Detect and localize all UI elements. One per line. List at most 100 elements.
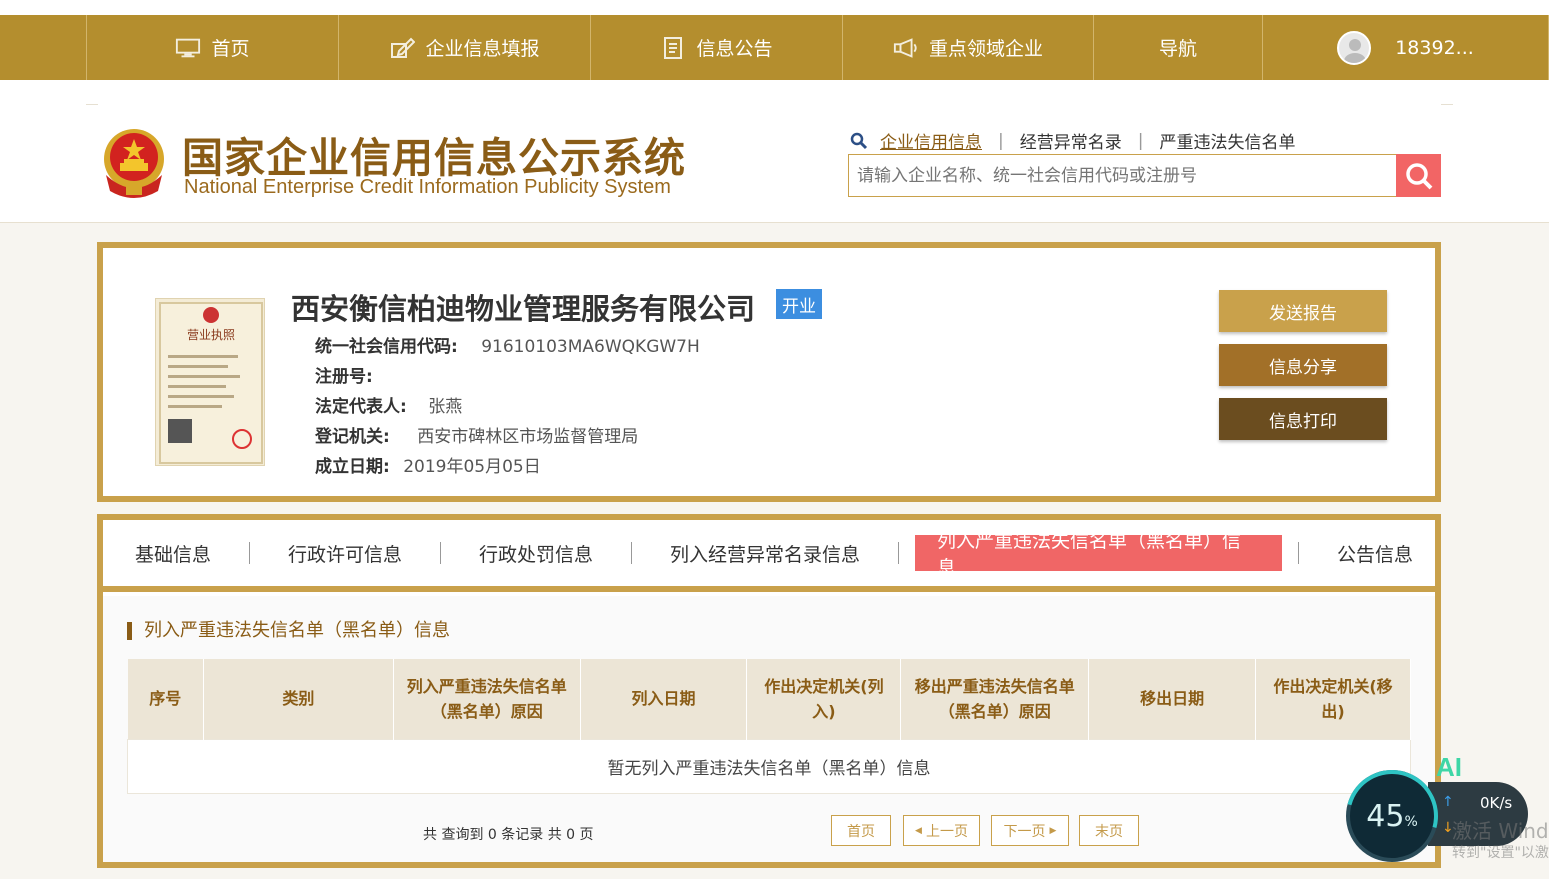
legal-rep-row: 法定代表人: 张燕: [315, 392, 462, 417]
authority-label: 登记机关:: [315, 427, 390, 447]
nav-announcement-label: 信息公告: [696, 38, 773, 60]
edit-icon: [389, 37, 416, 59]
search-button[interactable]: [1396, 154, 1441, 197]
nav-navigation[interactable]: 导航: [1093, 15, 1262, 80]
col-add-authority: 作出决定机关(列入): [746, 659, 902, 739]
memory-usage-widget[interactable]: 45%: [1329, 753, 1455, 879]
site-subtitle: National Enterprise Credit Information P…: [184, 176, 671, 198]
legal-rep-label: 法定代表人:: [315, 397, 407, 417]
nav-key-sectors[interactable]: 重点领域企业: [842, 15, 1093, 80]
main-navbar: 首页 企业信息填报 信息公告 重点领域企业 导航 18392...: [0, 15, 1549, 80]
credit-code-label: 统一社会信用代码:: [315, 337, 458, 357]
user-account: 18392...: [1395, 36, 1474, 59]
legal-rep-value: 张燕: [428, 397, 463, 417]
col-index: 序号: [127, 659, 204, 739]
nav-navigation-label: 导航: [1158, 38, 1197, 60]
document-icon: [660, 36, 686, 59]
nav-home-label: 首页: [211, 38, 250, 60]
search-type-tabs: 企业信用信息 | 经营异常名录 | 严重违法失信名单: [850, 128, 1295, 153]
header-rule-left: [86, 104, 98, 105]
est-date-label: 成立日期:: [315, 457, 390, 477]
tab-divider: [631, 542, 632, 564]
search-icon: [1405, 162, 1432, 189]
upload-arrow-icon: ↑: [1442, 794, 1454, 810]
usage-percent-unit: %: [1404, 813, 1418, 830]
tab-announcement[interactable]: 公告信息: [1315, 535, 1435, 571]
blacklist-table: 序号 类别 列入严重违法失信名单（黑名单）原因 列入日期 作出决定机关(列入) …: [127, 659, 1411, 794]
ai-badge: AI: [1436, 752, 1462, 782]
nav-announcement[interactable]: 信息公告: [590, 15, 842, 80]
business-license-image: 营业执照: [155, 298, 265, 466]
reg-no-row: 注册号:: [315, 362, 373, 387]
col-add-reason: 列入严重违法失信名单（黑名单）原因: [393, 659, 581, 739]
search-box: [848, 154, 1441, 197]
tab-admin-license[interactable]: 行政许可信息: [266, 535, 424, 571]
share-info-button[interactable]: 信息分享: [1219, 344, 1387, 386]
search-tab-credit-info[interactable]: 企业信用信息: [880, 128, 982, 153]
pager-summary: 共 查询到 0 条记录 共 0 页: [423, 827, 594, 843]
windows-activation-watermark: 激活 Wind: [1452, 819, 1549, 843]
tab-basic-info[interactable]: 基础信息: [113, 535, 233, 571]
col-add-date: 列入日期: [580, 659, 748, 739]
usage-percent: 45%: [1366, 799, 1418, 834]
col-remove-reason: 移出严重违法失信名单（黑名单）原因: [900, 659, 1090, 739]
tab-divider: [249, 542, 250, 564]
authority-value: 西安市碑林区市场监督管理局: [417, 427, 639, 447]
empty-state-text: 暂无列入严重违法失信名单（黑名单）信息: [127, 738, 1411, 794]
tab-blacklist[interactable]: 列入严重违法失信名单（黑名单）信息: [915, 530, 1282, 579]
search-input[interactable]: [849, 155, 1394, 196]
site-title: 国家企业信用信息公示系统: [182, 134, 686, 182]
pager-next-button[interactable]: 下一页 ▶: [991, 815, 1069, 846]
pager-prev-button[interactable]: ◀ 上一页: [903, 815, 980, 846]
tab-divider: [898, 542, 899, 564]
national-emblem-icon: [98, 125, 170, 201]
tab-abnormal-list[interactable]: 列入经营异常名录信息: [648, 535, 882, 571]
pager-first-button[interactable]: 首页: [831, 815, 891, 846]
blacklist-section: 列入严重违法失信名单（黑名单）信息 序号 类别 列入严重违法失信名单（黑名单）原…: [103, 596, 1435, 862]
status-badge: 开业: [776, 289, 822, 319]
upload-speed: 0K/s: [1480, 794, 1513, 812]
monitor-icon: [175, 37, 201, 59]
tab-admin-penalty[interactable]: 行政处罚信息: [457, 535, 615, 571]
company-name: 西安衡信柏迪物业管理服务有限公司: [291, 292, 756, 326]
nav-user[interactable]: 18392...: [1262, 15, 1549, 80]
authority-row: 登记机关: 西安市碑林区市场监督管理局: [315, 422, 638, 447]
avatar: [1337, 30, 1372, 65]
print-info-button[interactable]: 信息打印: [1219, 398, 1387, 440]
megaphone-icon: [893, 37, 919, 59]
company-info-card: 营业执照 西安衡信柏迪物业管理服务有限公司 开业 统一社会信用代码: 91610…: [97, 242, 1441, 502]
est-date-row: 成立日期: 2019年05月05日: [315, 452, 541, 477]
tab-divider: [1297, 542, 1299, 564]
send-report-button[interactable]: 发送报告: [1219, 290, 1387, 332]
pager-next-label: 下一页: [1003, 823, 1046, 840]
license-title-text: 营业执照: [187, 328, 235, 342]
search-tab-blacklist[interactable]: 严重违法失信名单: [1159, 128, 1295, 153]
pager-last-button[interactable]: 末页: [1079, 815, 1139, 846]
search-tab-abnormal-list[interactable]: 经营异常名录: [1020, 128, 1122, 153]
header-rule-right: [1441, 104, 1453, 105]
top-strip: [0, 0, 1549, 15]
search-tab-divider: |: [998, 130, 1004, 151]
site-header: 国家企业信用信息公示系统 National Enterprise Credit …: [0, 80, 1549, 223]
credit-code-row: 统一社会信用代码: 91610103MA6WQKGW7H: [315, 332, 700, 357]
search-icon: [850, 132, 868, 150]
table-header-row: 序号 类别 列入严重违法失信名单（黑名单）原因 列入日期 作出决定机关(列入) …: [127, 659, 1411, 739]
detail-tabs-card: 基础信息 行政许可信息 行政处罚信息 列入经营异常名录信息 列入严重违法失信名单…: [97, 514, 1441, 868]
pager-prev-label: 上一页: [925, 823, 968, 840]
nav-enterprise-report-label: 企业信息填报: [425, 38, 540, 60]
chevron-left-icon: ◀: [915, 825, 922, 836]
chevron-right-icon: ▶: [1049, 825, 1057, 836]
usage-percent-value: 45: [1366, 798, 1405, 834]
search-tab-divider: |: [1137, 130, 1144, 151]
nav-home[interactable]: 首页: [86, 15, 338, 80]
table-row: 暂无列入严重违法失信名单（黑名单）信息: [127, 738, 1411, 794]
est-date-value: 2019年05月05日: [403, 457, 541, 477]
col-remove-date: 移出日期: [1088, 659, 1257, 739]
section-title: 列入严重违法失信名单（黑名单）信息: [127, 622, 450, 640]
col-category: 类别: [203, 659, 394, 739]
credit-code-value: 91610103MA6WQKGW7H: [481, 337, 700, 357]
tab-divider: [440, 542, 441, 564]
nav-enterprise-report[interactable]: 企业信息填报: [338, 15, 590, 80]
nav-key-sectors-label: 重点领域企业: [928, 38, 1043, 60]
